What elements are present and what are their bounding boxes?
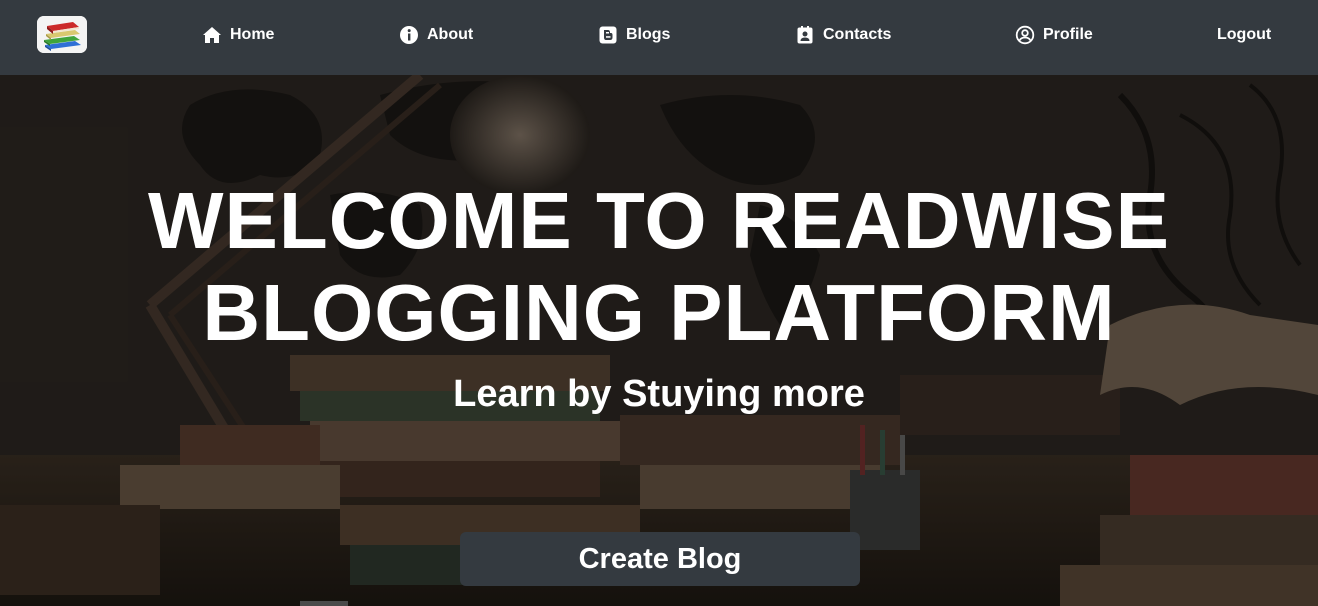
nav-blogs-label: Blogs (626, 26, 671, 43)
hero-title-line-2: BLOGGING PLATFORM (202, 268, 1116, 357)
nav-logout-link[interactable]: Logout (1217, 24, 1271, 46)
blog-icon (598, 25, 618, 45)
home-icon (202, 25, 222, 45)
hero-title-line-1: WELCOME TO READWISE (148, 176, 1170, 265)
nav-about-link[interactable]: About (399, 24, 473, 46)
scroll-indicator (300, 601, 348, 606)
nav-contacts-label: Contacts (823, 26, 892, 43)
contact-card-icon (795, 25, 815, 45)
create-blog-button[interactable]: Create Blog (460, 532, 860, 586)
nav-home-label: Home (230, 26, 275, 43)
nav-profile-label: Profile (1043, 26, 1093, 43)
nav-logout-label: Logout (1217, 26, 1272, 43)
nav-contacts-link[interactable]: Contacts (795, 24, 891, 46)
user-circle-icon (1015, 25, 1035, 45)
nav-about-label: About (427, 26, 474, 43)
info-circle-icon (399, 25, 419, 45)
hero-title: WELCOME TO READWISE BLOGGING PLATFORM (0, 175, 1318, 359)
hero-subtitle: Learn by Stuying more (453, 373, 865, 415)
nav-home-link[interactable]: Home (202, 24, 274, 46)
nav-profile-link[interactable]: Profile (1015, 24, 1093, 46)
nav-blogs-link[interactable]: Blogs (598, 24, 670, 46)
books-stack-icon[interactable] (37, 16, 87, 53)
hero-section: WELCOME TO READWISE BLOGGING PLATFORM Le… (0, 75, 1318, 606)
top-navbar: Home About Blogs Contacts Profile Logout (0, 0, 1318, 75)
